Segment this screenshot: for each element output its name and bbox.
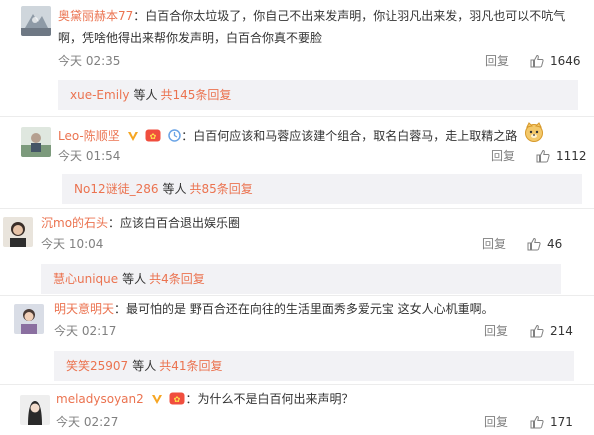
like-count: 46 xyxy=(547,237,563,251)
comment-meta: 今天 01:54 回复 1112 xyxy=(0,145,594,167)
reply-summary: 慧心unique 等人 共4条回复 xyxy=(41,264,561,294)
comment-text: ：白百何应该和马蓉应该建个组合，取名白蓉马，走上取精之路 xyxy=(181,129,518,143)
comment-time: 今天 02:35 xyxy=(58,54,121,68)
comment-content: meladysoyan2 ✿ ：为什么不是白百何出来声明？ xyxy=(56,388,576,412)
comment-text: ：应该白百合退出娱乐圈 xyxy=(108,216,241,230)
divider xyxy=(0,208,594,209)
like-button[interactable]: 171 xyxy=(530,411,573,433)
comment-username[interactable]: 明天意明天 xyxy=(54,302,114,316)
reply-username[interactable]: xue-Emily xyxy=(70,88,129,102)
comment-content: 沉mo的石头：应该白百合退出娱乐圈 xyxy=(41,212,571,234)
reply-count-link[interactable]: 共85条回复 xyxy=(190,182,253,196)
svg-text:✿: ✿ xyxy=(150,132,157,141)
like-button[interactable]: 214 xyxy=(530,320,573,342)
comment-meta: 今天 10:04 回复 46 xyxy=(0,233,594,255)
reply-button[interactable]: 回复 xyxy=(484,411,508,433)
avatar[interactable] xyxy=(21,6,51,36)
comment-content: 奥黛丽赫本77：白百合你太垃圾了，你自己不出来发声明，你让羽凡出来发，羽凡也可以… xyxy=(58,5,578,49)
reply-count-link[interactable]: 共4条回复 xyxy=(149,272,205,286)
reply-mid-text: 等人 xyxy=(133,88,158,102)
divider xyxy=(0,116,594,117)
reply-count-link[interactable]: 共41条回复 xyxy=(159,359,222,373)
reply-mid-text: 等人 xyxy=(122,272,147,286)
reply-summary: 笑笑25907 等人 共41条回复 xyxy=(54,351,574,381)
like-count: 1112 xyxy=(556,149,587,163)
verified-v-icon xyxy=(151,390,163,412)
divider xyxy=(0,295,594,296)
comment-meta: 今天 02:35 回复 1646 xyxy=(0,50,594,72)
reply-summary: No12谜徒_286 等人 共85条回复 xyxy=(62,174,582,204)
reply-username[interactable]: No12谜徒_286 xyxy=(74,182,159,196)
comment-text: ：白百合你太垃圾了，你自己不出来发声明，你让羽凡出来发，羽凡也可以不吭气 xyxy=(133,9,566,23)
comment-username[interactable]: 奥黛丽赫本77 xyxy=(58,9,133,23)
vip-badge-icon: ✿ xyxy=(169,390,185,412)
comment-text: ：为什么不是白百何出来声明？ xyxy=(185,392,354,406)
like-count: 214 xyxy=(550,324,573,338)
like-count: 1646 xyxy=(550,54,581,68)
thumbs-up-icon xyxy=(530,54,544,68)
reply-button[interactable]: 回复 xyxy=(485,50,509,72)
comment-meta: 今天 02:27 回复 171 xyxy=(0,411,594,433)
comment-content: 明天意明天：最可怕的是 野百合还在向往的生活里面秀多爱元宝 这女人心机重啊。 xyxy=(54,298,584,320)
divider xyxy=(0,384,594,385)
reply-summary: xue-Emily 等人 共145条回复 xyxy=(58,80,578,110)
comment-meta: 今天 02:17 回复 214 xyxy=(0,320,594,342)
thumbs-up-icon xyxy=(527,237,541,251)
reply-mid-text: 等人 xyxy=(132,359,157,373)
like-count: 171 xyxy=(550,415,573,429)
like-button[interactable]: 1646 xyxy=(530,50,581,72)
reply-button[interactable]: 回复 xyxy=(484,320,508,342)
comment-text-continued: 啊，凭啥他得出来帮你发声明，白百合你真不要脸 xyxy=(58,31,323,45)
comment-username[interactable]: meladysoyan2 xyxy=(56,392,144,406)
reply-username[interactable]: 慧心unique xyxy=(53,272,118,286)
svg-text:✿: ✿ xyxy=(174,395,181,404)
thumbs-up-icon xyxy=(530,324,544,338)
comment-time: 今天 01:54 xyxy=(58,149,121,163)
like-button[interactable]: 46 xyxy=(527,233,562,255)
like-button[interactable]: 1112 xyxy=(536,145,587,167)
reply-username[interactable]: 笑笑25907 xyxy=(66,359,128,373)
reply-count-link[interactable]: 共145条回复 xyxy=(160,88,231,102)
reply-button[interactable]: 回复 xyxy=(491,145,515,167)
thumbs-up-icon xyxy=(530,415,544,429)
comment-time: 今天 02:17 xyxy=(54,324,117,338)
comment-username[interactable]: Leo-陈顺坚 xyxy=(58,129,120,143)
comment-time: 今天 10:04 xyxy=(41,237,104,251)
reply-mid-text: 等人 xyxy=(162,182,187,196)
reply-button[interactable]: 回复 xyxy=(482,233,506,255)
thumbs-up-icon xyxy=(536,149,550,163)
comment-username[interactable]: 沉mo的石头 xyxy=(41,216,108,230)
comment-text: ：最可怕的是 野百合还在向往的生活里面秀多爱元宝 这女人心机重啊。 xyxy=(114,302,494,316)
comment-time: 今天 02:27 xyxy=(56,415,119,429)
